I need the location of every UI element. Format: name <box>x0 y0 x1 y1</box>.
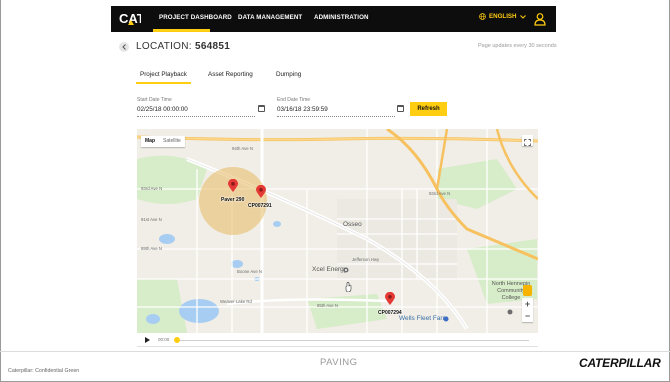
street-label: 89th Ave N <box>141 246 162 251</box>
street-label: 93rd Ave N <box>141 186 163 191</box>
school-icon <box>507 309 513 315</box>
map-type-map[interactable]: Map <box>141 136 159 147</box>
zoom-in-button[interactable]: + <box>522 298 533 310</box>
start-date-input[interactable]: 02/25/18 00:00:00 <box>137 106 188 113</box>
footer-divider <box>0 351 670 352</box>
street-view-pegman-icon[interactable] <box>523 285 532 296</box>
language-selector[interactable]: ENGLISH <box>479 13 526 20</box>
top-nav-bar: CAT PROJECT DASHBOARD DATA MANAGEMENT AD… <box>111 6 556 32</box>
nav-administration[interactable]: ADMINISTRATION <box>314 14 369 21</box>
location-id: 564851 <box>194 41 231 52</box>
user-icon[interactable] <box>534 12 546 26</box>
tab-dumping[interactable]: Dumping <box>276 71 301 78</box>
street-label: Jefferson Hwy <box>352 257 380 262</box>
street-label: Weaver Lake Rd <box>220 299 252 304</box>
street-label: 91st Ave N <box>141 217 162 222</box>
caterpillar-logo: CATERPILLAR <box>579 356 661 370</box>
zoom-out-button[interactable]: − <box>522 310 533 322</box>
end-date-underline <box>277 116 395 117</box>
pin-label-paver: Paver 290 <box>221 197 245 203</box>
playback-bar: 00:00 <box>137 333 538 347</box>
shopping-bag-icon <box>443 316 449 322</box>
tab-project-playback[interactable]: Project Playback <box>140 71 187 78</box>
location-label: LOCATION: <box>136 41 192 52</box>
playback-time: 00:00 <box>158 337 170 342</box>
calendar-icon[interactable] <box>397 105 404 112</box>
map-pin-icon[interactable] <box>228 179 238 192</box>
poi-marker-icon <box>343 267 349 273</box>
street-label: 93rd Ave N <box>429 191 451 196</box>
street-label: Boone Ave N <box>237 269 263 274</box>
playback-track[interactable] <box>177 340 529 341</box>
refresh-button[interactable]: Refresh <box>410 102 447 116</box>
nav-active-indicator <box>153 29 210 32</box>
language-label: ENGLISH <box>489 13 517 20</box>
hand-cursor-icon <box>345 282 352 292</box>
nav-project-dashboard[interactable]: PROJECT DASHBOARD <box>159 14 232 21</box>
chevron-left-icon <box>121 44 126 50</box>
map-type-toggle: Map Satellite <box>141 136 185 147</box>
map-view[interactable]: 94th Ave N 93rd Ave N 93rd Ave N 91st Av… <box>137 129 538 333</box>
map-pin-icon[interactable] <box>385 292 395 305</box>
fullscreen-button[interactable] <box>522 135 533 146</box>
page-update-note: Page updates every 30 seconds <box>478 43 557 49</box>
location-title: LOCATION: 564851 <box>136 41 230 52</box>
start-date-label: Start Date Time <box>137 97 172 103</box>
pin-label-cp007294: CP007294 <box>378 310 402 316</box>
cat-logo[interactable]: CAT <box>119 10 141 28</box>
playback-slider-handle[interactable] <box>174 337 180 343</box>
chevron-down-icon <box>519 14 526 19</box>
poi-wells-fleet-farm[interactable]: Wells Fleet Farm <box>399 315 448 322</box>
street-label: 85th Ave N <box>317 303 338 308</box>
confidentiality-note: Caterpillar: Confidential Green <box>8 368 80 374</box>
street-label: 94th Ave N <box>232 146 253 151</box>
poi-osseo[interactable]: Osseo <box>343 221 362 228</box>
section-title: PAVING <box>320 357 358 368</box>
tab-asset-reporting[interactable]: Asset Reporting <box>208 71 253 78</box>
tab-active-indicator <box>136 82 191 84</box>
nav-data-management[interactable]: DATA MANAGEMENT <box>238 14 302 21</box>
calendar-icon[interactable] <box>258 105 265 112</box>
pin-label-cp007291: CP007291 <box>248 203 272 209</box>
back-button[interactable] <box>119 42 129 52</box>
fullscreen-icon <box>524 139 531 146</box>
end-date-label: End Date Time <box>277 97 311 103</box>
play-icon[interactable] <box>145 337 150 343</box>
globe-icon <box>479 13 486 20</box>
start-date-underline <box>137 116 255 117</box>
end-date-input[interactable]: 03/16/18 23:59:59 <box>277 106 328 113</box>
map-type-satellite[interactable]: Satellite <box>159 136 185 147</box>
zoom-control: + − <box>522 298 533 322</box>
map-pin-icon[interactable] <box>256 185 266 198</box>
poi-xcel-energy[interactable]: Xcel Energy <box>312 266 347 273</box>
